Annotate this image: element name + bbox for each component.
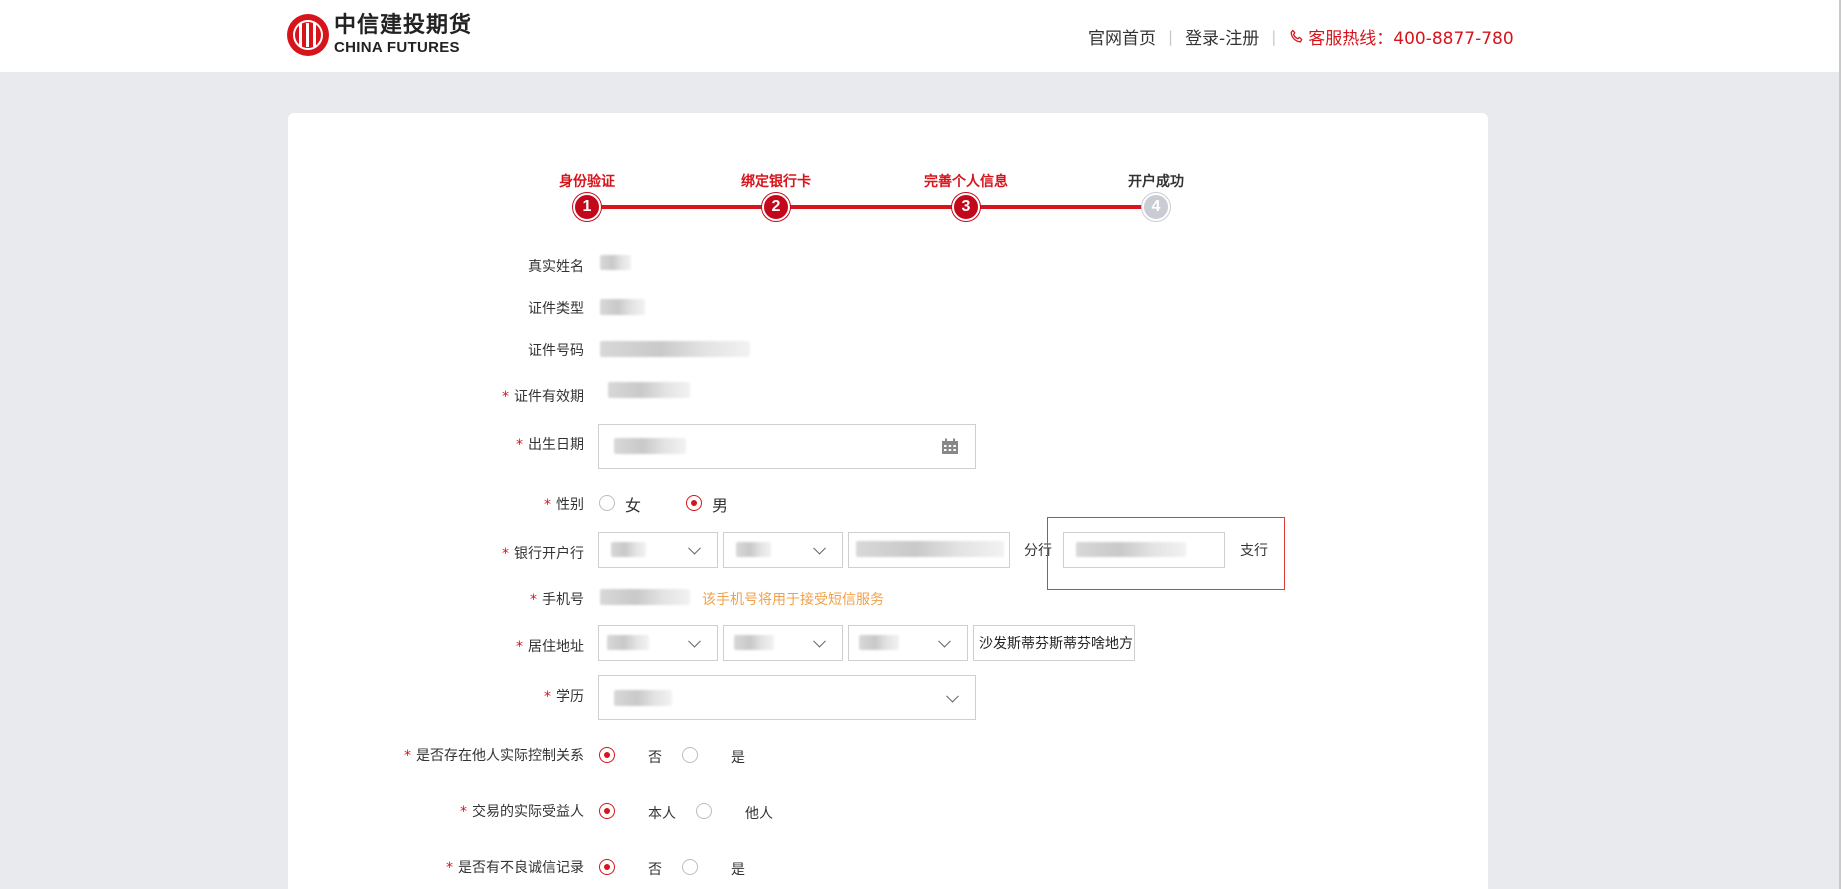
gender-female-label[interactable]: 女	[625, 492, 641, 516]
id-number-value-redacted	[600, 341, 750, 357]
hotline-text: 客服热线：400-8877-780	[1308, 29, 1514, 49]
china-futures-logo[interactable]: 中信建投期货 CHINA FUTURES	[287, 14, 472, 56]
address-district-select[interactable]	[848, 625, 968, 661]
beneficiary-self-radio[interactable]	[599, 803, 615, 819]
id-type-value-redacted	[600, 299, 645, 315]
address-district-value-redacted	[859, 635, 899, 650]
bank-province-value-redacted	[611, 542, 646, 557]
beneficiary-other-label[interactable]: 他人	[745, 803, 773, 823]
address-province-select[interactable]	[598, 625, 718, 661]
birth-date-input[interactable]	[598, 424, 976, 469]
chevron-down-icon	[813, 634, 826, 648]
bank-label: * 银行开户行	[502, 546, 584, 562]
gender-male-label[interactable]: 男	[712, 492, 728, 516]
real-name-value-redacted	[600, 255, 631, 270]
top-header: 中信建投期货 CHINA FUTURES 官网首页 | 登录-注册 | 客服热线…	[0, 0, 1841, 72]
bank-name-select[interactable]	[848, 532, 1010, 568]
beneficiary-self-label[interactable]: 本人	[648, 803, 676, 823]
phone-label: * 手机号	[530, 592, 584, 608]
chevron-down-icon	[688, 634, 701, 648]
gender-label: * 性别	[544, 497, 584, 513]
bank-province-select[interactable]	[598, 532, 718, 568]
nav-home-link[interactable]: 官网首页	[1088, 24, 1156, 49]
birth-date-value-redacted	[614, 438, 686, 454]
logo-emblem-icon	[287, 14, 329, 56]
birth-date-label: * 出生日期	[516, 437, 584, 453]
bad-credit-no-label[interactable]: 否	[648, 859, 662, 879]
bad-credit-yes-label[interactable]: 是	[731, 859, 745, 879]
address-detail-input[interactable]: 沙发斯蒂芬斯蒂芬啥地方	[973, 625, 1135, 661]
control-relation-yes-radio[interactable]	[682, 747, 698, 763]
education-value-redacted	[614, 690, 672, 706]
bad-credit-no-radio[interactable]	[599, 859, 615, 875]
id-validity-label: * 证件有效期	[502, 389, 584, 405]
form-card	[288, 113, 1488, 889]
address-label: * 居住地址	[516, 639, 584, 655]
phone-icon	[1290, 29, 1303, 43]
top-nav: 官网首页 | 登录-注册 | 客服热线：400-8877-780	[1088, 24, 1514, 50]
bank-city-value-redacted	[736, 542, 771, 557]
beneficiary-other-radio[interactable]	[696, 803, 712, 819]
bad-credit-label: * 是否有不良诚信记录	[446, 860, 584, 876]
bad-credit-yes-radio[interactable]	[682, 859, 698, 875]
control-relation-label: * 是否存在他人实际控制关系	[404, 748, 584, 764]
id-number-label: 证件号码	[528, 343, 584, 359]
chevron-down-icon	[688, 541, 701, 555]
nav-divider: |	[1168, 27, 1174, 46]
education-label: * 学历	[544, 689, 584, 705]
sub-branch-input[interactable]	[1063, 532, 1225, 568]
chevron-down-icon	[946, 689, 959, 703]
address-province-value-redacted	[607, 635, 649, 650]
nav-login-register-link[interactable]: 登录-注册	[1185, 24, 1259, 49]
address-city-value-redacted	[734, 635, 774, 650]
sub-branch-value-redacted	[1076, 542, 1186, 557]
logo-chinese-name: 中信建投期货	[334, 13, 473, 38]
logo-english-name: CHINA FUTURES	[334, 39, 460, 56]
control-relation-no-radio[interactable]	[599, 747, 615, 763]
bank-name-value-redacted	[856, 541, 1004, 557]
sub-branch-suffix-label: 支行	[1240, 543, 1268, 559]
address-city-select[interactable]	[723, 625, 843, 661]
phone-hint: 该手机号将用于接受短信服务	[702, 592, 884, 608]
bank-city-select[interactable]	[723, 532, 843, 568]
control-relation-yes-label[interactable]: 是	[731, 747, 745, 767]
control-relation-no-label[interactable]: 否	[648, 747, 662, 767]
chevron-down-icon	[813, 541, 826, 555]
real-name-label: 真实姓名	[528, 259, 584, 275]
chevron-down-icon	[938, 634, 951, 648]
beneficiary-label: * 交易的实际受益人	[460, 804, 584, 820]
id-validity-value-redacted	[608, 382, 690, 398]
gender-female-radio[interactable]	[599, 495, 615, 511]
education-select[interactable]	[598, 675, 976, 720]
id-type-label: 证件类型	[528, 301, 584, 317]
calendar-icon[interactable]	[941, 438, 959, 455]
phone-value-redacted	[600, 589, 690, 605]
hotline: 客服热线：400-8877-780	[1288, 24, 1514, 49]
gender-male-radio[interactable]	[686, 495, 702, 511]
nav-divider: |	[1271, 27, 1277, 46]
